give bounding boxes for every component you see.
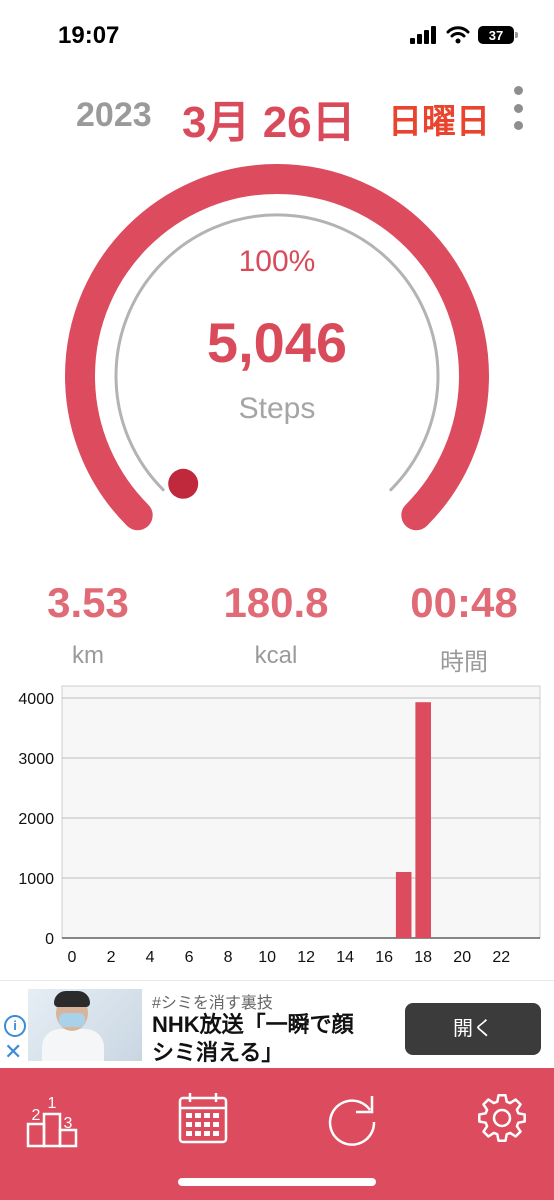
calories-unit: kcal [254,642,298,669]
step-count: 5,046 [206,311,348,374]
progress-knob [168,468,199,499]
gear-hub [492,1108,512,1128]
ad-close-icon[interactable]: ✕ [4,1041,22,1063]
duration-value: 00:48 [410,579,518,626]
ad-info-icon[interactable]: i [4,1015,26,1037]
distance-stat: 3.53 km [0,578,178,670]
ad-tag: #シミを消す裏技 [152,995,273,1012]
ad-open-button[interactable]: 開く [405,1003,541,1055]
ad-banner[interactable]: i ✕ #シミを消す裏技 NHK放送「一瞬で顔 シミ消える」 開く [0,980,554,1069]
y-tick-label: 4000 [18,691,54,708]
svg-text:1: 1 [48,1095,57,1112]
x-tick-label: 12 [297,949,315,966]
date-header: 2023 3月 26日 日曜日 [0,86,554,147]
ad-headline-line2: シミ消える」 [152,1040,284,1065]
x-tick-label: 10 [258,949,276,966]
gear-icon [478,1094,526,1142]
tab-settings[interactable] [472,1088,532,1148]
x-tick-label: 22 [492,949,510,966]
ad-thumbnail[interactable] [28,989,142,1061]
y-tick-label: 1000 [18,871,54,888]
ranking-podium-icon: 1 2 3 [26,1095,78,1148]
chart-bar [395,872,412,938]
tab-ranking[interactable]: 1 2 3 [24,1088,84,1148]
tab-refresh[interactable] [322,1088,382,1148]
tab-calendar[interactable] [174,1088,234,1148]
x-tick-label: 8 [224,949,233,966]
step-unit: Steps [238,392,316,425]
calories-stat: 180.8 kcal [186,578,366,670]
chart-bar [415,702,431,938]
wifi-icon [446,26,470,44]
x-tick-label: 20 [453,949,471,966]
x-tick-label: 14 [336,949,354,966]
ad-headline[interactable]: NHK放送「一瞬で顔 シミ消える」 [152,1011,392,1067]
calories-value: 180.8 [223,579,329,626]
x-tick-label: 6 [185,949,194,966]
progress-percent: 100% [238,245,316,278]
gear-outline [478,1094,526,1142]
y-tick-label: 2000 [18,811,54,828]
status-icons: 37 [410,26,518,44]
distance-value: 3.53 [47,579,129,626]
status-time: 19:07 [58,22,120,49]
x-tick-label: 0 [68,949,77,966]
date-weekday: 日曜日 [388,103,490,141]
more-menu-icon[interactable] [508,86,528,130]
x-tick-label: 2 [107,949,116,966]
cellular-signal-icon [410,26,436,44]
distance-unit: km [72,642,104,669]
y-tick-label: 3000 [18,751,54,768]
chart-plot-area [61,685,541,939]
svg-text:3: 3 [64,1115,73,1132]
duration-unit: 時間 [440,649,488,676]
battery-indicator: 37 [478,26,518,44]
step-progress-gauge: 100% 5,046 Steps [0,140,554,560]
x-tick-label: 18 [414,949,432,966]
x-tick-label: 16 [375,949,393,966]
ad-headline-line1: NHK放送「一瞬で顔 [152,1012,354,1037]
x-tick-label: 4 [146,949,155,966]
home-indicator [178,1178,376,1186]
hourly-steps-chart-svg: 0 1000 2000 3000 4000 0 2 4 6 8 10 12 14 16 18 20 22 [18,685,541,966]
hourly-steps-chart: 0 1000 2000 3000 4000 0 2 4 6 8 10 12 14 16 18 20 22 [0,680,554,980]
date-year: 2023 [76,96,152,134]
duration-stat: 00:48 時間 [374,578,554,677]
svg-text:2: 2 [32,1107,41,1124]
stats-row: 3.53 km 180.8 kcal 00:48 時間 [0,578,554,678]
status-bar: 19:07 37 [0,0,554,70]
refresh-icon [328,1096,376,1146]
y-tick-label: 0 [45,931,54,948]
calendar-icon [178,1093,228,1144]
